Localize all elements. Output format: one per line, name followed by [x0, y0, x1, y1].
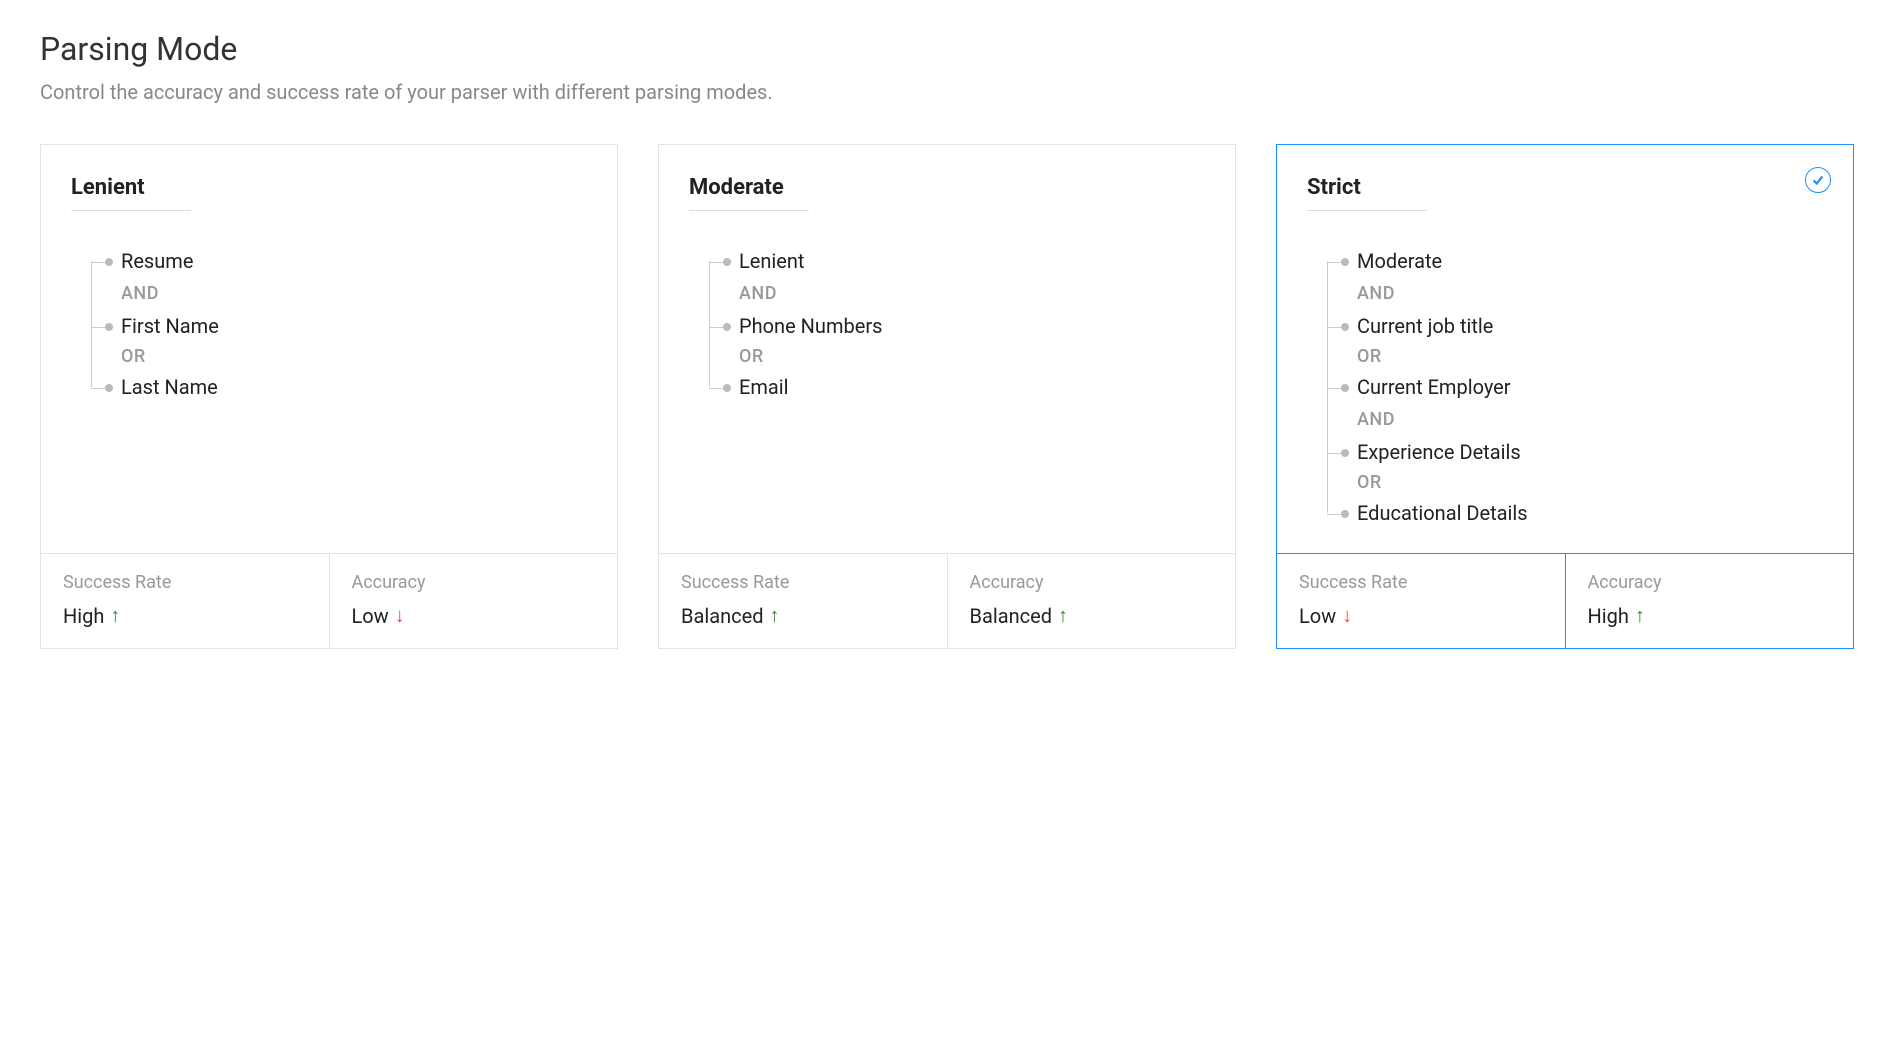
card-strict-success-rate: Success Rate Low ↓ — [1277, 554, 1565, 648]
arrow-icon: ↑ — [1058, 603, 1068, 628]
card-lenient-success-rate: Success Rate High ↑ — [41, 554, 329, 648]
arrow-icon: ↑ — [769, 603, 779, 628]
success-rate-value: High — [63, 604, 104, 628]
card-moderate-tree: Lenient AND Phone Numbers OR Email — [689, 249, 1205, 399]
tree-item: Experience Details — [1357, 440, 1521, 464]
tree-item: Current Employer — [1357, 375, 1511, 399]
accuracy-value: Low — [352, 604, 389, 628]
accuracy-label: Accuracy — [352, 572, 596, 593]
card-moderate-title: Moderate — [689, 175, 809, 211]
card-moderate-success-rate: Success Rate Balanced ↑ — [659, 554, 947, 648]
card-lenient-tree: Resume AND First Name OR Last Name — [71, 249, 587, 399]
tree-item: Resume — [121, 249, 193, 273]
success-rate-value: Balanced — [681, 604, 763, 628]
card-lenient[interactable]: Lenient Resume AND First Name OR Last Na… — [40, 144, 618, 649]
tree-item: Educational Details — [1357, 501, 1528, 525]
card-moderate-accuracy: Accuracy Balanced ↑ — [947, 554, 1236, 648]
arrow-icon: ↑ — [1635, 603, 1645, 628]
tree-op-or: OR — [91, 346, 587, 367]
card-strict-title: Strict — [1307, 175, 1427, 211]
card-strict[interactable]: Strict Moderate AND Current job title OR… — [1276, 144, 1854, 649]
arrow-icon: ↑ — [110, 603, 120, 628]
tree-item: First Name — [121, 314, 219, 338]
page-subtitle: Control the accuracy and success rate of… — [40, 80, 1854, 104]
accuracy-value: High — [1588, 604, 1629, 628]
arrow-icon: ↓ — [395, 603, 405, 628]
tree-op-and: AND — [91, 283, 587, 304]
accuracy-label: Accuracy — [1588, 572, 1832, 593]
selected-check-icon — [1805, 167, 1831, 193]
tree-op-and: AND — [1327, 409, 1823, 430]
tree-item: Phone Numbers — [739, 314, 882, 338]
accuracy-label: Accuracy — [970, 572, 1214, 593]
tree-item: Moderate — [1357, 249, 1442, 273]
card-lenient-title: Lenient — [71, 175, 191, 211]
card-strict-accuracy: Accuracy High ↑ — [1565, 554, 1854, 648]
cards-container: Lenient Resume AND First Name OR Last Na… — [40, 144, 1854, 649]
card-moderate[interactable]: Moderate Lenient AND Phone Numbers OR Em… — [658, 144, 1236, 649]
tree-op-and: AND — [1327, 283, 1823, 304]
tree-op-and: AND — [709, 283, 1205, 304]
success-rate-value: Low — [1299, 604, 1336, 628]
tree-item: Lenient — [739, 249, 804, 273]
tree-op-or: OR — [709, 346, 1205, 367]
accuracy-value: Balanced — [970, 604, 1052, 628]
tree-item: Last Name — [121, 375, 218, 399]
tree-item: Current job title — [1357, 314, 1493, 338]
tree-item: Email — [739, 375, 789, 399]
arrow-icon: ↓ — [1342, 603, 1352, 628]
tree-op-or: OR — [1327, 346, 1823, 367]
card-strict-tree: Moderate AND Current job title OR Curren… — [1307, 249, 1823, 525]
tree-op-or: OR — [1327, 472, 1823, 493]
success-rate-label: Success Rate — [63, 572, 307, 593]
success-rate-label: Success Rate — [681, 572, 925, 593]
page-title: Parsing Mode — [40, 30, 1854, 68]
success-rate-label: Success Rate — [1299, 572, 1543, 593]
card-lenient-accuracy: Accuracy Low ↓ — [329, 554, 618, 648]
